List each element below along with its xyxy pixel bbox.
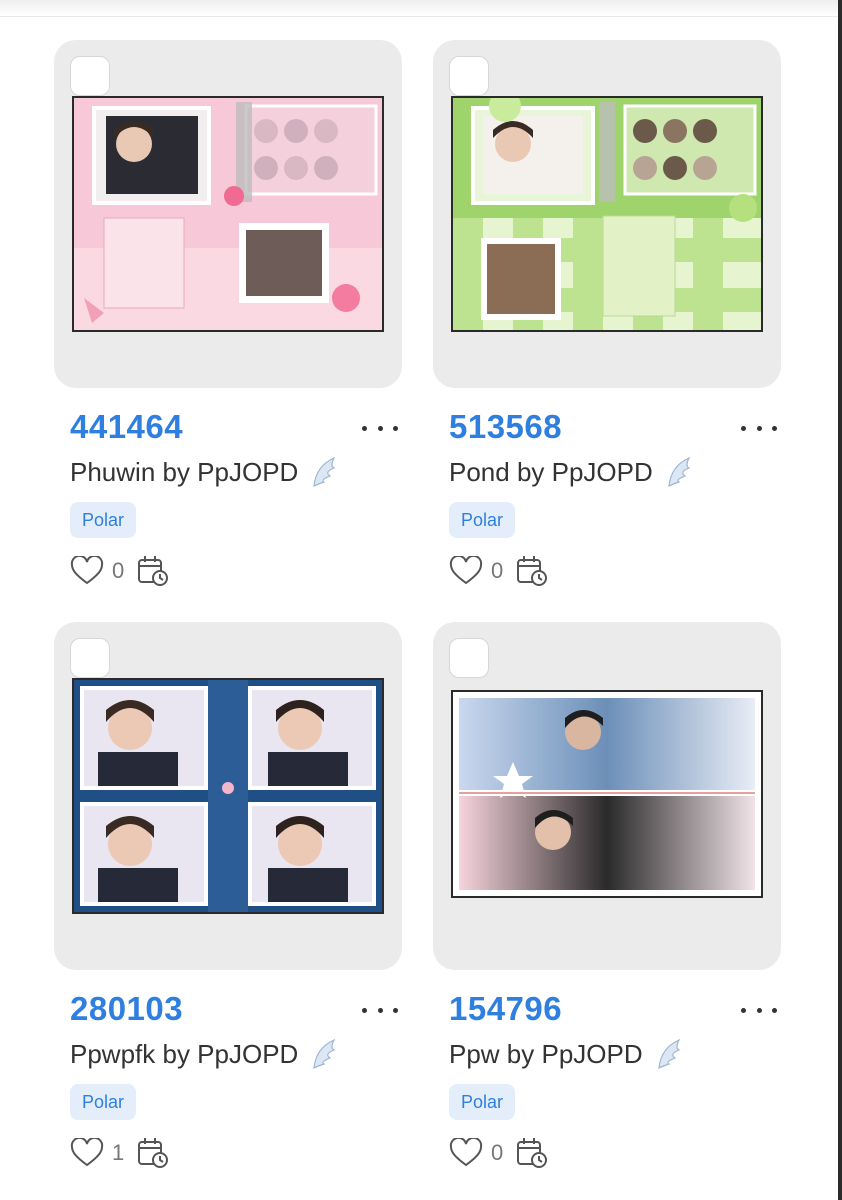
artwork-image	[72, 678, 384, 914]
title-row: Pond by PpJOPD	[449, 456, 693, 488]
heart-icon[interactable]	[70, 1138, 104, 1168]
title-row: Phuwin by PpJOPD	[70, 456, 338, 488]
select-checkbox[interactable]	[70, 638, 110, 678]
design-title[interactable]: Ppw by PpJOPD	[449, 1039, 643, 1070]
more-icon[interactable]	[362, 416, 398, 440]
design-title[interactable]: Pond by PpJOPD	[449, 457, 653, 488]
design-code[interactable]: 513568	[449, 408, 562, 446]
stats-row: 0	[449, 554, 549, 588]
select-checkbox[interactable]	[449, 638, 489, 678]
select-checkbox[interactable]	[449, 56, 489, 96]
select-checkbox[interactable]	[70, 56, 110, 96]
like-count: 1	[112, 1140, 125, 1165]
thumbnail[interactable]	[54, 40, 402, 388]
scroll-edge[interactable]	[838, 0, 842, 1200]
design-card[interactable]: 513568 Pond by PpJOPD Polar 0	[433, 40, 781, 600]
wing-icon	[668, 456, 691, 488]
stats-row: 0	[70, 554, 170, 588]
heart-icon[interactable]	[449, 1138, 483, 1168]
wing-icon	[313, 1038, 336, 1070]
calendar-clock-icon[interactable]	[136, 554, 170, 588]
like-count: 0	[491, 1140, 504, 1165]
design-title[interactable]: Ppwpfk by PpJOPD	[70, 1039, 298, 1070]
calendar-clock-icon[interactable]	[515, 554, 549, 588]
more-icon[interactable]	[741, 998, 777, 1022]
category-badge[interactable]: Polar	[449, 1084, 516, 1120]
design-code[interactable]: 441464	[70, 408, 183, 446]
calendar-clock-icon[interactable]	[515, 1136, 549, 1170]
design-card[interactable]: 280103 Ppwpfk by PpJOPD Polar 1	[54, 622, 402, 1182]
design-card[interactable]: 441464 Phuwin by PpJOPD Polar 0	[54, 40, 402, 600]
title-row: Ppwpfk by PpJOPD	[70, 1038, 338, 1070]
wing-icon	[313, 456, 336, 488]
more-icon[interactable]	[741, 416, 777, 440]
title-row: Ppw by PpJOPD	[449, 1038, 683, 1070]
top-bar	[0, 0, 838, 17]
design-card[interactable]: 154796 Ppw by PpJOPD Polar 0	[433, 622, 781, 1182]
thumbnail[interactable]	[433, 40, 781, 388]
artwork-image	[451, 690, 763, 898]
heart-icon[interactable]	[449, 556, 483, 586]
design-code[interactable]: 154796	[449, 990, 562, 1028]
heart-icon[interactable]	[70, 556, 104, 586]
thumbnail[interactable]	[433, 622, 781, 970]
like-count: 0	[112, 558, 125, 583]
stats-row: 1	[70, 1136, 170, 1170]
calendar-clock-icon[interactable]	[136, 1136, 170, 1170]
category-badge[interactable]: Polar	[70, 1084, 137, 1120]
wing-icon	[657, 1038, 681, 1070]
thumbnail[interactable]	[54, 622, 402, 970]
like-count: 0	[491, 558, 504, 583]
design-code[interactable]: 280103	[70, 990, 183, 1028]
artwork-image	[451, 96, 763, 332]
artwork-image	[72, 96, 384, 332]
more-icon[interactable]	[362, 998, 398, 1022]
design-title[interactable]: Phuwin by PpJOPD	[70, 457, 298, 488]
category-badge[interactable]: Polar	[449, 502, 516, 538]
category-badge[interactable]: Polar	[70, 502, 137, 538]
stats-row: 0	[449, 1136, 549, 1170]
